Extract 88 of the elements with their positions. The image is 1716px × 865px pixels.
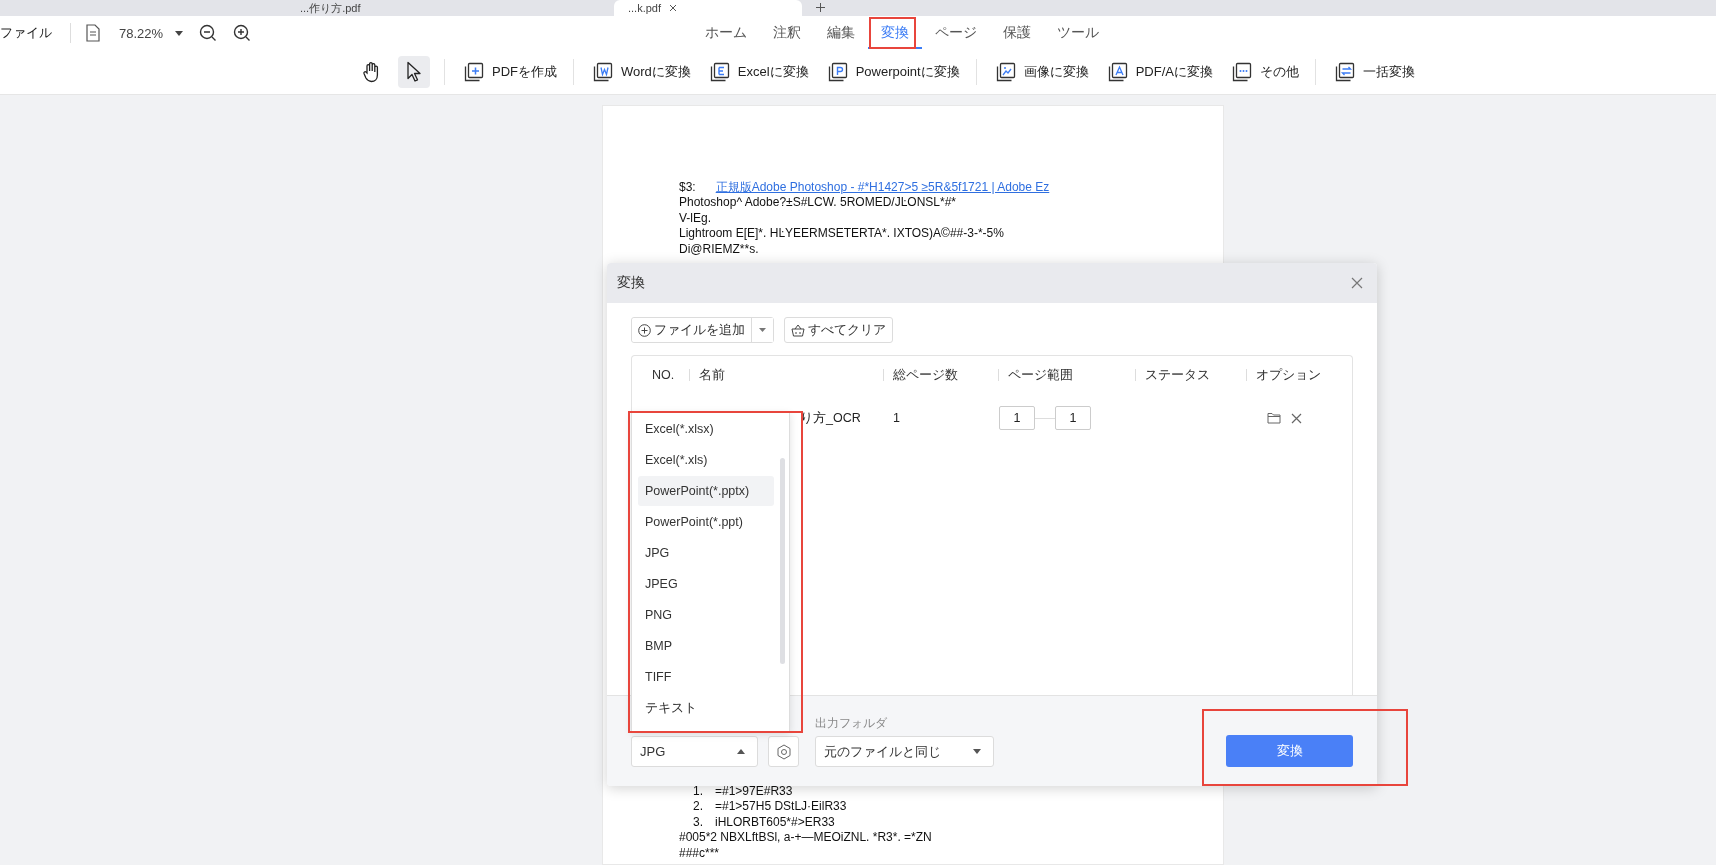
convert-tool-button[interactable]: PDF/Aに変換 [1100,56,1219,88]
scrollbar-thumb[interactable] [780,458,785,664]
folder-icon[interactable] [1267,412,1281,424]
close-icon[interactable] [1351,277,1363,289]
new-tab-icon[interactable] [816,3,825,12]
file-name: り方_OCR [799,409,862,427]
settings-icon [775,743,792,760]
clear-all-button[interactable]: すべてクリア [784,317,893,343]
highlight-frame [869,17,916,49]
format-option[interactable]: Excel(*.xls) [638,445,774,475]
convert-tool-button[interactable]: その他 [1224,56,1305,88]
batch-convert-icon [1333,61,1356,83]
convert-button[interactable]: 変換 [1226,735,1353,767]
column-header: ページ範囲 [998,356,1135,394]
format-select[interactable]: JPG [631,736,758,767]
document-text: Photoshop^ Adobe?±S#LCW. 5ROMED/JĿONSL*#* [679,195,958,211]
ppt-convert-icon [826,61,849,83]
format-option[interactable]: PowerPoint(*.pptx) [638,476,774,506]
pdfa-convert-icon [1106,61,1129,83]
field-label: 出力フォルダ [815,715,888,732]
dialog-title: 変換 [617,274,645,292]
output-folder-select[interactable]: 元のファイルと同じ [815,736,994,767]
document-text: Di@RIEMZ**s. [679,241,760,258]
convert-tool-button[interactable]: PDFを作成 [457,56,563,88]
caret-icon [759,328,766,332]
ribbon-tab[interactable]: 変換 [868,17,922,49]
caret-icon [973,749,981,754]
list-number: 1. [693,784,704,800]
image-convert-icon [994,61,1017,83]
page-icon[interactable] [85,24,101,42]
format-option[interactable]: テキスト [638,693,774,723]
remove-icon[interactable] [1291,412,1302,424]
document-text: $3: [679,180,696,194]
word-convert-icon [592,61,614,83]
pointer-icon [406,61,422,83]
format-option[interactable]: TIFF [638,662,774,692]
ribbon-tab[interactable]: ホーム [692,17,760,49]
zoom-out-icon[interactable] [199,24,218,42]
page-from-field[interactable]: 1 [999,406,1035,430]
settings-button[interactable] [768,736,799,767]
page-count: 1 [892,411,901,425]
ribbon-tab[interactable]: ツール [1044,17,1112,49]
caret-icon [737,749,745,754]
column-header: 総ページ数 [883,356,998,394]
document-text: =#1>97E#R33 [715,784,793,800]
format-option[interactable]: PowerPoint(*.ppt) [638,507,774,537]
ribbon-tab[interactable]: ページ [922,17,990,49]
list-number: 2. [693,799,704,815]
ribbon-tab[interactable]: 保護 [990,17,1044,49]
column-header: オプション [1246,356,1352,394]
page-to-field[interactable]: 1 [1055,406,1091,430]
caret-icon[interactable] [175,30,184,36]
convert-tool-button[interactable]: 画像に変換 [988,56,1095,88]
more-convert-icon [1230,61,1253,83]
format-option[interactable]: BMP [638,631,774,661]
zoom-in-icon[interactable] [233,24,252,42]
format-option[interactable]: JPG [638,538,774,568]
ribbon-tab[interactable]: 注釈 [760,17,814,49]
excel-convert-icon [708,61,731,83]
convert-tool-button[interactable]: Excelに変換 [702,56,815,88]
create-convert-icon [463,61,485,83]
document-link[interactable]: 正規版Adobe Photoshop - #*H1427>5 ≥5R&5f1721 | Adobe Ez [715,180,1050,194]
format-option[interactable]: Excel(*.xlsx) [638,414,774,444]
document-text: =#1>57H5 DStLJ·EilR33 [715,799,847,815]
convert-tool-button[interactable]: 一括変換 [1327,56,1421,88]
format-option[interactable]: JPEG [638,569,774,599]
document-text: ###c*** [679,845,721,862]
browser-tab[interactable]: ...作り方.pdf [0,0,614,16]
add-file-dropdown[interactable] [751,318,773,342]
document-text: Lightroom E[E]*. HĿYEERMSETERTA*. IXTOS)A©##-3-*-5% [679,226,1005,242]
format-option[interactable]: PNG [638,600,774,630]
convert-tool-button[interactable]: Powerpointに変換 [820,56,966,88]
browser-tab[interactable]: ...k.pdf [614,0,802,16]
document-text: V-lEg. [679,210,712,227]
document-text: iHLORBT605*#>ER33 [715,814,835,831]
basket-icon [791,323,805,337]
close-icon[interactable] [669,4,678,12]
zoom-level[interactable]: 78.22% [119,25,164,41]
plus-circle-icon [638,323,651,337]
list-number: 3. [693,814,704,831]
column-header: NO. [651,367,676,384]
select-tool[interactable] [398,56,430,88]
convert-tool-button[interactable]: Wordに変換 [586,56,697,88]
document-text: #005*2 NBXLftBSl, a-+—MEOiZNL. *R3*. =*ZN [679,830,933,846]
ribbon-tab[interactable]: 編集 [814,17,868,49]
column-header: 名前 [689,356,883,394]
column-header: ステータス [1135,356,1246,394]
file-menu[interactable]: ファイル [0,24,56,42]
